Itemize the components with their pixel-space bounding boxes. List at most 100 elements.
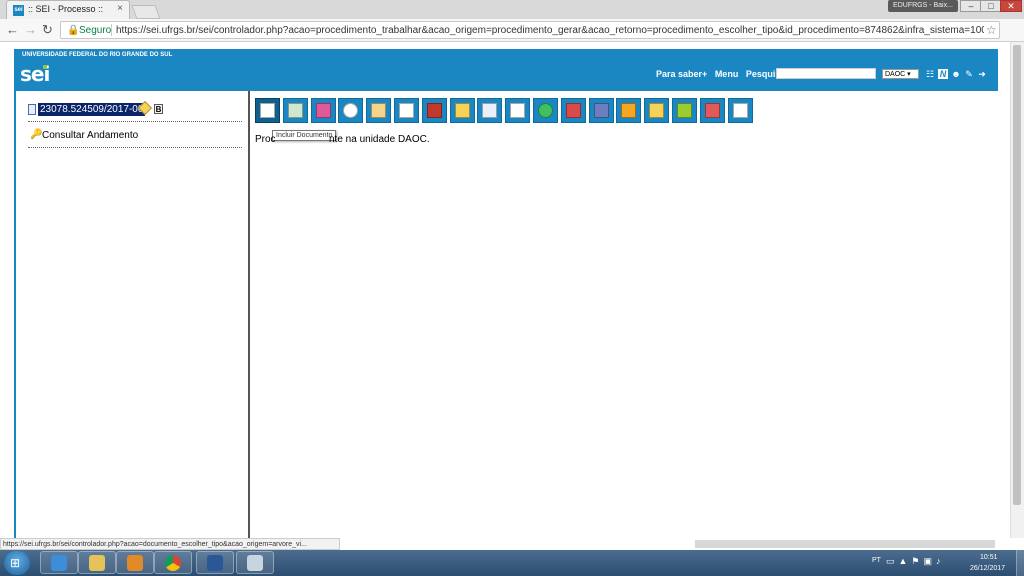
reload-icon[interactable]: ↻ — [42, 23, 53, 37]
person-board-icon — [454, 103, 470, 118]
trash-icon — [677, 103, 692, 118]
university-name: UNIVERSIDADE FEDERAL DO RIO GRANDE DO SU… — [22, 52, 173, 58]
window-profile-label[interactable]: EDUFRGS - Baix... — [888, 0, 958, 12]
toolbar-button-17[interactable] — [699, 98, 725, 123]
eye-icon — [343, 103, 359, 118]
toolbar-button-7[interactable] — [421, 98, 447, 123]
sei-favicon-icon: sei — [13, 5, 24, 16]
toolbar-button-16[interactable] — [672, 98, 697, 123]
language-indicator[interactable]: PT — [872, 557, 881, 564]
toolbar-button-11[interactable] — [533, 98, 558, 123]
minimize-button[interactable]: – — [960, 0, 982, 12]
toolbar-button-9[interactable] — [477, 98, 503, 123]
media-player-icon — [127, 555, 143, 571]
start-button[interactable]: ⊞ — [4, 551, 30, 575]
cancel-document-icon — [704, 103, 720, 118]
message-prefix: Proc — [255, 134, 276, 145]
envelope-icon — [399, 103, 414, 118]
forward-arrow-icon[interactable]: → — [24, 23, 37, 37]
toolbar-button-5[interactable] — [366, 98, 392, 123]
toolbar-button-18[interactable] — [727, 98, 753, 123]
list-view-icon[interactable]: ☷ — [925, 69, 935, 79]
exit-icon[interactable]: ➜ — [977, 69, 987, 79]
close-window-button[interactable]: ✕ — [1000, 0, 1022, 12]
taskbar-media[interactable] — [116, 551, 154, 574]
note-icon — [649, 103, 665, 118]
list-icon — [732, 103, 748, 118]
sei-logo-dot — [43, 65, 47, 69]
hand-icon — [371, 103, 387, 118]
move-document-icon — [482, 103, 498, 118]
windows-logo-icon: ⊞ — [10, 556, 21, 570]
secure-label: Seguro — [79, 25, 112, 36]
graduation-cap-icon — [426, 103, 442, 118]
search-input[interactable] — [776, 68, 876, 79]
email-icon — [510, 103, 526, 118]
pane-divider[interactable] — [248, 91, 250, 538]
tree-divider — [28, 121, 242, 122]
toolbar-button-6[interactable] — [394, 98, 419, 123]
bookmark-star-icon[interactable]: ☆ — [986, 23, 997, 37]
toolbar-button-12[interactable] — [560, 98, 586, 123]
url-separator — [111, 24, 112, 36]
new-document-icon — [260, 103, 275, 118]
tab-title: :: SEI - Processo :: — [28, 4, 104, 14]
toolbar-button-1[interactable] — [255, 98, 280, 123]
taskbar-ie[interactable] — [40, 551, 78, 574]
nav-para-saber[interactable]: Para saber+ — [656, 69, 707, 79]
taskbar-chrome[interactable] — [154, 551, 192, 574]
refresh-icon — [538, 103, 553, 118]
lock-icon: 🔒 — [67, 25, 80, 36]
back-arrow-icon[interactable]: ← — [6, 23, 19, 37]
chrome-icon — [165, 555, 181, 571]
user-icon[interactable]: ☻ — [951, 69, 961, 79]
url-text[interactable]: https://sei.ufrgs.br/sei/controlador.php… — [116, 25, 984, 36]
toolbar-button-4[interactable] — [338, 98, 364, 123]
books-icon — [565, 103, 581, 118]
url-field[interactable]: 🔒 Seguro https://sei.ufrgs.br/sei/contro… — [60, 21, 1000, 39]
pause-icon — [621, 103, 637, 118]
process-toolbar — [255, 98, 755, 124]
status-bar-url: https://sei.ufrgs.br/sei/controlador.php… — [0, 538, 340, 550]
toolbar-button-13[interactable] — [588, 98, 614, 123]
taskbar-folder[interactable] — [78, 551, 116, 574]
clock-time[interactable]: 10:51 — [980, 554, 998, 561]
taskbar-word[interactable] — [196, 551, 234, 574]
process-number[interactable]: 23078.524509/2017-00 — [38, 103, 146, 116]
sei-header: UNIVERSIDADE FEDERAL DO RIO GRANDE DO SU… — [14, 49, 998, 91]
browser-tab[interactable]: sei :: SEI - Processo :: × — [6, 0, 130, 19]
taskbar-paint[interactable] — [236, 551, 274, 574]
toolbar-button-15[interactable] — [644, 98, 670, 123]
nav-menu[interactable]: Menu — [715, 69, 739, 79]
browser-tab-bar: sei :: SEI - Processo :: × EDUFRGS - Bai… — [0, 0, 1024, 19]
new-n-icon[interactable]: N — [938, 69, 948, 79]
tools-icon[interactable]: ✎ — [964, 69, 974, 79]
clock-date[interactable]: 26/12/2017 — [970, 565, 1005, 572]
show-desktop-button[interactable] — [1016, 550, 1024, 576]
toolbar-button-8[interactable] — [449, 98, 475, 123]
horizontal-scrollbar[interactable] — [695, 540, 995, 548]
toolbar-button-2[interactable] — [282, 98, 308, 123]
people-icon — [315, 103, 331, 118]
maximize-button[interactable]: □ — [980, 0, 1002, 12]
message-suffix: nte na unidade DAOC. — [329, 134, 430, 145]
header-nav: Para saber+ Menu Pesquisa — [656, 69, 790, 79]
consultar-andamento-link[interactable]: Consultar Andamento — [42, 130, 138, 141]
browser-address-bar: ← → ↻ 🔒 Seguro https://sei.ufrgs.br/sei/… — [0, 19, 1024, 56]
process-folder-icon[interactable] — [28, 104, 36, 115]
toolbar-button-14[interactable] — [616, 98, 642, 123]
process-badge[interactable]: B — [154, 104, 163, 114]
toolbar-button-10[interactable] — [505, 98, 531, 123]
new-tab-button[interactable] — [131, 5, 161, 19]
tooltip: Incluir Documento — [272, 130, 337, 141]
toolbar-button-3[interactable] — [310, 98, 336, 123]
folder-icon — [89, 555, 105, 571]
ie-icon — [51, 555, 67, 571]
scrollbar-thumb[interactable] — [1013, 45, 1021, 505]
key-icon: 🔑 — [30, 129, 43, 140]
system-tray-icons[interactable]: ▭▲⚑▣♪ — [886, 556, 944, 567]
word-icon — [207, 555, 223, 571]
tall-books-icon — [593, 103, 609, 118]
tab-close-icon[interactable]: × — [117, 3, 123, 14]
unit-select[interactable]: DAOC ▾ — [882, 69, 919, 79]
